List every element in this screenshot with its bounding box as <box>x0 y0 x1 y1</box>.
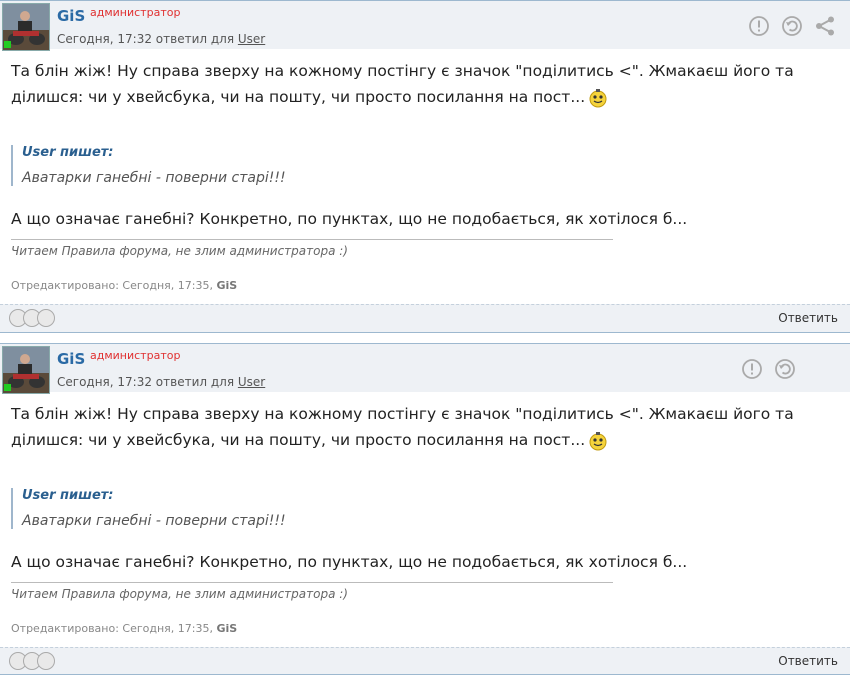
signature: Читаем Правила форума, не злим администр… <box>11 244 348 258</box>
report-icon[interactable] <box>741 358 763 380</box>
online-indicator <box>4 41 11 48</box>
post-actions <box>741 358 796 380</box>
author-name[interactable]: GiS <box>57 350 85 368</box>
forum-post: GiS администратор Сегодня, 17:32 ответил… <box>0 0 850 333</box>
reaction-icon[interactable] <box>37 652 55 670</box>
edited-by[interactable]: GiS <box>217 622 238 635</box>
post-meta: Сегодня, 17:32 ответил для User <box>57 32 265 46</box>
edited-note: Отредактировано: Сегодня, 17:35, GiS <box>11 279 238 292</box>
post-text: Та блін жіж! Ну справа зверху на кожному… <box>11 401 794 453</box>
post-text-line: ділишся: чи у хвейсбука, чи на пошту, чи… <box>11 427 794 453</box>
post-text-line: Та блін жіж! Ну справа зверху на кожному… <box>11 405 794 423</box>
undo-icon[interactable] <box>781 15 803 37</box>
user-role: администратор <box>90 349 181 362</box>
post-time: Сегодня, 17:32 ответил для <box>57 32 235 46</box>
post-actions <box>748 15 836 37</box>
quote-text: Аватарки ганебні - поверни старі!!! <box>22 513 286 529</box>
signature: Читаем Правила форума, не злим администр… <box>11 587 348 601</box>
post-text-line: ділишся: чи у хвейсбука, чи на пошту, чи… <box>11 84 794 110</box>
smiley-icon <box>589 431 607 450</box>
edited-by[interactable]: GiS <box>217 279 238 292</box>
online-indicator <box>4 384 11 391</box>
reply-to-user-link[interactable]: User <box>238 32 265 46</box>
reply-button[interactable]: Ответить <box>778 654 838 668</box>
user-role: администратор <box>90 6 181 19</box>
signature-divider <box>11 582 613 583</box>
author-name[interactable]: GiS <box>57 7 85 25</box>
avatar[interactable] <box>2 346 50 394</box>
edited-note: Отредактировано: Сегодня, 17:35, GiS <box>11 622 238 635</box>
quote-author: User пишет: <box>22 488 114 503</box>
reply-to-user-link[interactable]: User <box>238 375 265 389</box>
smiley-icon <box>589 88 607 107</box>
forum-post: GiS администратор Сегодня, 17:32 ответил… <box>0 343 850 676</box>
post-text-line: А що означає ганебні? Конкретно, по пунк… <box>11 553 688 571</box>
signature-divider <box>11 239 613 240</box>
quote-block: User пишет: Аватарки ганебні - поверни с… <box>11 145 612 186</box>
post-time: Сегодня, 17:32 ответил для <box>57 375 235 389</box>
post-header: GiS администратор Сегодня, 17:32 ответил… <box>0 343 850 394</box>
share-icon[interactable] <box>814 15 836 37</box>
post-footer: Ответить <box>0 647 850 675</box>
undo-icon[interactable] <box>774 358 796 380</box>
reactions[interactable] <box>9 652 55 670</box>
quote-text: Аватарки ганебні - поверни старі!!! <box>22 170 286 186</box>
reaction-icon[interactable] <box>37 309 55 327</box>
post-text-line: А що означає ганебні? Конкретно, по пунк… <box>11 210 688 228</box>
quote-author: User пишет: <box>22 145 114 160</box>
post-text-line: Та блін жіж! Ну справа зверху на кожному… <box>11 62 794 80</box>
quote-block: User пишет: Аватарки ганебні - поверни с… <box>11 488 612 529</box>
post-header: GiS администратор Сегодня, 17:32 ответил… <box>0 0 850 51</box>
reply-button[interactable]: Ответить <box>778 311 838 325</box>
reactions[interactable] <box>9 309 55 327</box>
avatar[interactable] <box>2 3 50 51</box>
post-text: Та блін жіж! Ну справа зверху на кожному… <box>11 58 794 110</box>
post-footer: Ответить <box>0 304 850 333</box>
report-icon[interactable] <box>748 15 770 37</box>
post-meta: Сегодня, 17:32 ответил для User <box>57 375 265 389</box>
